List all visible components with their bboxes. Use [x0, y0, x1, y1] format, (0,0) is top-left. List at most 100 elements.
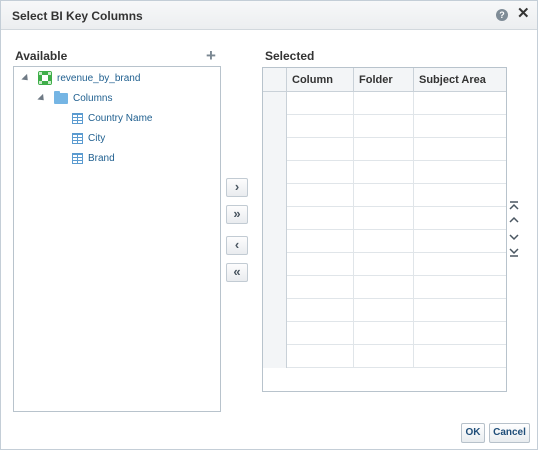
row-number-cell[interactable]: [263, 276, 287, 299]
column-cell[interactable]: [287, 92, 354, 115]
column-icon: [72, 152, 83, 164]
table-row[interactable]: [263, 276, 506, 299]
folder-cell[interactable]: [354, 322, 414, 345]
subject-area-cell[interactable]: [414, 161, 506, 184]
folder-cell[interactable]: [354, 184, 414, 207]
remove-all-button[interactable]: «: [226, 263, 248, 282]
table-row[interactable]: [263, 92, 506, 115]
subject-area-cell[interactable]: [414, 276, 506, 299]
help-icon[interactable]: ?: [496, 9, 508, 21]
row-number-cell[interactable]: [263, 299, 287, 322]
folder-icon: [54, 90, 68, 104]
folder-cell[interactable]: [354, 276, 414, 299]
column-cell[interactable]: [287, 138, 354, 161]
dialog-title: Select BI Key Columns: [12, 9, 143, 23]
column-header-folder[interactable]: Folder: [354, 68, 414, 92]
column-cell[interactable]: [287, 184, 354, 207]
column-cell[interactable]: [287, 115, 354, 138]
subject-area-cell[interactable]: [414, 138, 506, 161]
move-top-icon[interactable]: [507, 200, 521, 214]
folder-cell[interactable]: [354, 299, 414, 322]
folder-cell[interactable]: [354, 253, 414, 276]
select-bi-key-columns-dialog: Select BI Key Columns ? ✕ Available + re…: [0, 0, 538, 450]
column-icon: [72, 132, 83, 144]
column-cell[interactable]: [287, 345, 354, 368]
table-row[interactable]: [263, 322, 506, 345]
subject-area-cell[interactable]: [414, 230, 506, 253]
move-all-button[interactable]: »: [226, 205, 248, 224]
tree-column-label: Brand: [88, 152, 115, 164]
selected-columns-table[interactable]: Column Folder Subject Area: [262, 67, 507, 392]
column-header-column[interactable]: Column: [287, 68, 354, 92]
tree-column-label: City: [88, 132, 106, 144]
folder-cell[interactable]: [354, 161, 414, 184]
table-row[interactable]: [263, 138, 506, 161]
subject-area-cell[interactable]: [414, 184, 506, 207]
table-row[interactable]: [263, 184, 506, 207]
tree-node-column[interactable]: City: [72, 130, 105, 146]
tree-node-folder[interactable]: Columns: [37, 90, 113, 106]
folder-cell[interactable]: [354, 138, 414, 161]
subject-area-cell[interactable]: [414, 299, 506, 322]
table-row[interactable]: [263, 115, 506, 138]
row-number-cell[interactable]: [263, 207, 287, 230]
row-number-cell[interactable]: [263, 230, 287, 253]
column-icon: [72, 112, 83, 124]
data-source-icon: [38, 71, 52, 85]
folder-cell[interactable]: [354, 115, 414, 138]
column-cell[interactable]: [287, 299, 354, 322]
column-cell[interactable]: [287, 207, 354, 230]
row-number-cell[interactable]: [263, 253, 287, 276]
column-cell[interactable]: [287, 230, 354, 253]
move-up-icon[interactable]: [507, 213, 521, 227]
column-cell[interactable]: [287, 276, 354, 299]
row-number-cell[interactable]: [263, 345, 287, 368]
tree-folder-label: Columns: [73, 92, 113, 104]
folder-cell[interactable]: [354, 207, 414, 230]
table-body: [263, 92, 506, 368]
add-icon[interactable]: +: [206, 47, 216, 64]
expand-twisty-icon[interactable]: [37, 93, 47, 103]
table-row[interactable]: [263, 345, 506, 368]
move-down-icon[interactable]: [507, 230, 521, 244]
row-number-cell[interactable]: [263, 161, 287, 184]
column-header-subject-area[interactable]: Subject Area: [414, 68, 506, 92]
subject-area-cell[interactable]: [414, 115, 506, 138]
subject-area-cell[interactable]: [414, 345, 506, 368]
available-tree[interactable]: revenue_by_brand Columns Country Name Ci…: [13, 66, 221, 412]
cancel-button[interactable]: Cancel: [489, 423, 530, 443]
dialog-header: Select BI Key Columns ? ✕: [1, 1, 537, 30]
row-number-cell[interactable]: [263, 322, 287, 345]
row-number-cell[interactable]: [263, 92, 287, 115]
move-bottom-icon[interactable]: [507, 244, 521, 258]
ok-button[interactable]: OK: [461, 423, 485, 443]
folder-cell[interactable]: [354, 230, 414, 253]
table-row[interactable]: [263, 230, 506, 253]
column-cell[interactable]: [287, 161, 354, 184]
row-number-cell[interactable]: [263, 184, 287, 207]
table-row[interactable]: [263, 207, 506, 230]
tree-node-column[interactable]: Country Name: [72, 110, 152, 126]
subject-area-cell[interactable]: [414, 207, 506, 230]
folder-cell[interactable]: [354, 345, 414, 368]
folder-cell[interactable]: [354, 92, 414, 115]
expand-twisty-icon[interactable]: [21, 73, 31, 83]
row-number-cell[interactable]: [263, 115, 287, 138]
subject-area-cell[interactable]: [414, 253, 506, 276]
move-selected-button[interactable]: ›: [226, 178, 248, 197]
column-cell[interactable]: [287, 253, 354, 276]
table-row[interactable]: [263, 299, 506, 322]
tree-node-root[interactable]: revenue_by_brand: [21, 70, 141, 86]
remove-selected-button[interactable]: ‹: [226, 236, 248, 255]
subject-area-cell[interactable]: [414, 92, 506, 115]
subject-area-cell[interactable]: [414, 322, 506, 345]
tree-root-label: revenue_by_brand: [57, 72, 141, 84]
selected-label: Selected: [265, 49, 315, 63]
table-row[interactable]: [263, 161, 506, 184]
table-row[interactable]: [263, 253, 506, 276]
row-number-cell[interactable]: [263, 138, 287, 161]
tree-column-label: Country Name: [88, 112, 153, 124]
column-cell[interactable]: [287, 322, 354, 345]
tree-node-column[interactable]: Brand: [72, 150, 115, 166]
close-icon[interactable]: ✕: [517, 5, 530, 23]
